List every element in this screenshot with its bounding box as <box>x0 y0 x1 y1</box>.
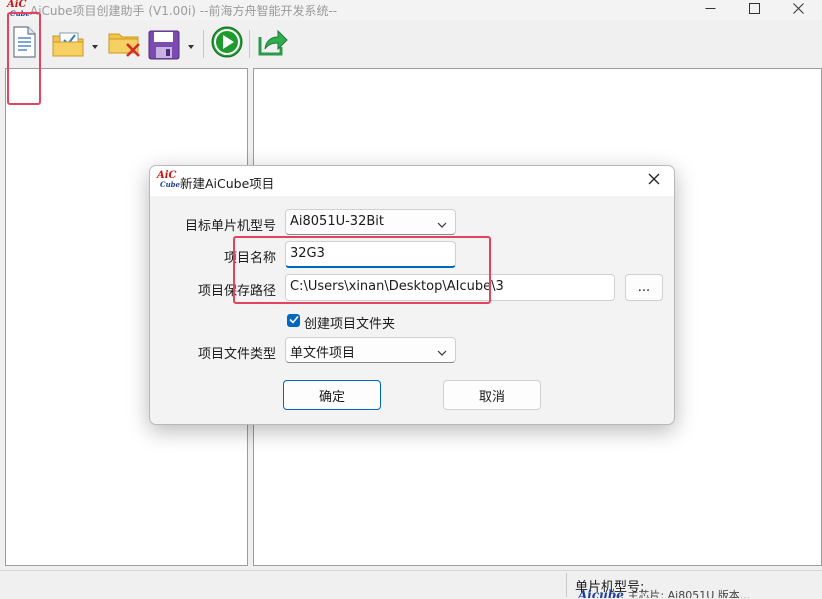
minimize-button[interactable] <box>688 0 732 20</box>
mcu-label: 目标单片机型号 <box>184 219 276 234</box>
statusbar-overflow-text: Aicube 主芯片: Ai8051U 版本... <box>578 587 822 598</box>
export-button[interactable] <box>256 26 290 62</box>
mcu-select[interactable]: Ai8051U-32Bit <box>285 209 456 235</box>
checkmark-icon <box>288 313 299 328</box>
create-folder-checkbox[interactable] <box>287 314 300 327</box>
export-arrow-icon <box>257 27 289 61</box>
close-icon <box>648 173 660 189</box>
minimize-icon <box>705 3 716 18</box>
toolbar-separator <box>203 30 204 58</box>
create-folder-label[interactable]: 创建项目文件夹 <box>304 313 395 332</box>
chevron-down-icon <box>437 346 447 361</box>
save-disk-icon <box>148 30 180 64</box>
chevron-down-icon <box>188 45 194 49</box>
window-titlebar: AiC Cube AiCube项目创建助手 (V1.00i) --前海方舟智能开… <box>0 0 822 20</box>
dialog-logo-bottom-text: Cube <box>160 180 181 189</box>
statusbar-aicube-text: Aicube <box>578 588 624 598</box>
mcu-select-value: Ai8051U-32Bit <box>290 214 384 229</box>
highlight-name-path <box>233 236 491 304</box>
save-project-button[interactable] <box>148 26 196 62</box>
chevron-down-icon <box>92 45 98 49</box>
dialog-titlebar: AiC Cube 新建AiCube项目 <box>150 166 674 196</box>
play-icon <box>211 26 243 62</box>
file-type-select-value: 单文件项目 <box>290 346 356 361</box>
window-title: AiCube项目创建助手 (V1.00i) --前海方舟智能开发系统-- <box>30 4 338 18</box>
statusbar-version-text: 主芯片: Ai8051U 版本... <box>627 589 751 598</box>
dialog-close-button[interactable] <box>640 168 668 194</box>
dialog-logo: AiC Cube <box>157 170 181 191</box>
run-button[interactable] <box>210 26 244 62</box>
file-type-select[interactable]: 单文件项目 <box>285 337 456 363</box>
maximize-icon <box>748 2 760 18</box>
highlight-new-button <box>7 12 41 105</box>
ok-button[interactable]: 确定 <box>283 380 381 410</box>
close-project-button[interactable] <box>108 26 142 62</box>
statusbar-divider <box>566 573 567 597</box>
toolbar-separator <box>249 30 250 58</box>
close-icon <box>792 2 804 18</box>
chevron-down-icon <box>437 218 447 233</box>
toolbar <box>0 20 822 68</box>
file-type-label: 项目文件类型 <box>197 347 276 362</box>
browse-button[interactable]: ... <box>625 274 663 301</box>
open-folder-icon <box>52 30 86 62</box>
dialog-title: 新建AiCube项目 <box>180 176 275 191</box>
folder-delete-icon <box>108 27 142 61</box>
window-close-button[interactable] <box>776 0 820 20</box>
maximize-button[interactable] <box>732 0 776 20</box>
open-project-button[interactable] <box>52 26 100 62</box>
cancel-button[interactable]: 取消 <box>443 380 541 410</box>
